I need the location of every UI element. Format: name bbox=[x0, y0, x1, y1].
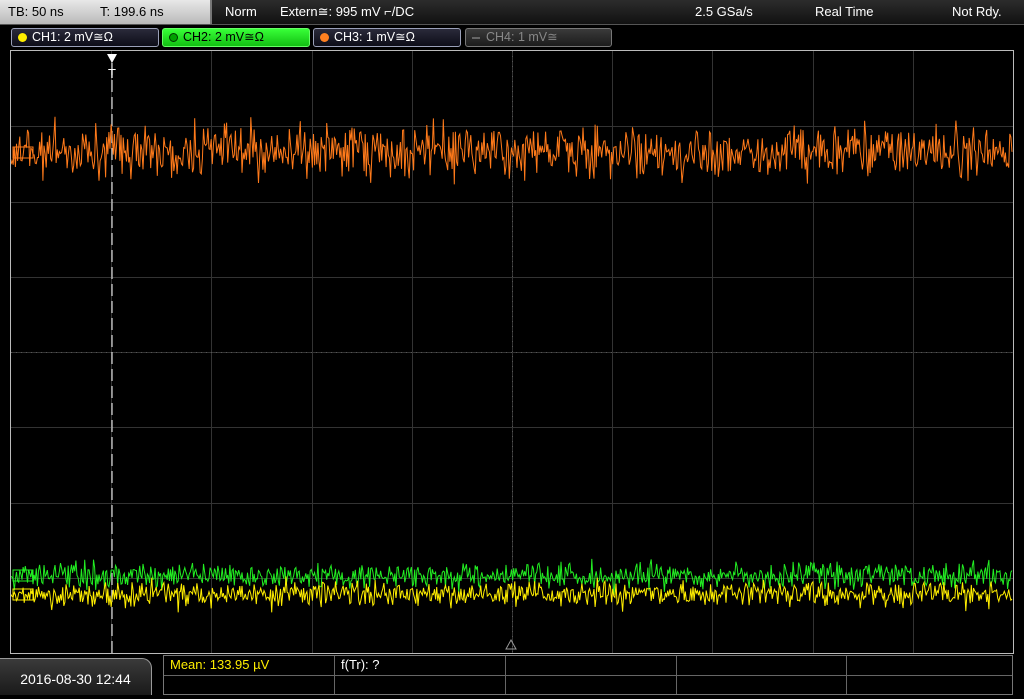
acquisition-type[interactable]: Real Time bbox=[815, 0, 874, 24]
channel-4-button[interactable]: CH4: 1 mV≅ bbox=[465, 28, 612, 47]
channel-2-dot-icon bbox=[169, 33, 178, 42]
channel-3-button[interactable]: CH3: 1 mV≅Ω bbox=[313, 28, 461, 47]
timebase-box[interactable]: TB: 50 ns T: 199.6 ns bbox=[0, 0, 212, 24]
bottom-bar: 2016-08-30 12:44 Mean: 133.95 µV f(Tr): … bbox=[0, 655, 1024, 695]
trigger-time-value: T: 199.6 ns bbox=[100, 4, 164, 19]
status-bar: TB: 50 ns T: 199.6 ns Norm Extern≅: 995 … bbox=[0, 0, 1024, 25]
waveform-display[interactable]: T bbox=[10, 50, 1014, 654]
channel-1-dot-icon bbox=[18, 33, 27, 42]
channel-3-dot-icon bbox=[320, 33, 329, 42]
trigger-marker-label: T bbox=[108, 66, 116, 81]
channel-1-button[interactable]: CH1: 2 mV≅Ω bbox=[11, 28, 159, 47]
trigger-level-marker-icon bbox=[505, 638, 517, 650]
graticule-grid bbox=[11, 51, 1013, 653]
date-time-display[interactable]: 2016-08-30 12:44 bbox=[0, 658, 152, 695]
timebase-value: TB: 50 ns bbox=[8, 4, 64, 19]
measurement-col-divider bbox=[505, 656, 506, 694]
channel-3-label: CH3: 1 mV≅Ω bbox=[334, 30, 415, 44]
channel-4-dash-icon bbox=[472, 37, 480, 39]
mean-measurement: Mean: 133.95 µV bbox=[170, 657, 270, 672]
measurement-col-divider bbox=[676, 656, 677, 694]
channel-bar: CH1: 2 mV≅Ω CH2: 2 mV≅Ω CH3: 1 mV≅Ω CH4:… bbox=[0, 25, 1024, 50]
channel-4-label: CH4: 1 mV≅ bbox=[486, 30, 558, 44]
sample-rate[interactable]: 2.5 GSa/s bbox=[695, 0, 753, 24]
channel-2-label: CH2: 2 mV≅Ω bbox=[183, 30, 264, 44]
trigger-state: Not Rdy. bbox=[952, 4, 1002, 19]
frequency-measurement: f(Tr): ? bbox=[341, 657, 380, 672]
measurement-row-divider bbox=[164, 675, 1012, 676]
channel-2-button[interactable]: CH2: 2 mV≅Ω bbox=[162, 28, 310, 47]
measurement-table[interactable]: Mean: 133.95 µV f(Tr): ? bbox=[163, 655, 1013, 695]
channel-1-label: CH1: 2 mV≅Ω bbox=[32, 30, 113, 44]
trigger-marker-icon bbox=[107, 54, 117, 63]
waveform-plot[interactable]: T bbox=[11, 51, 1013, 653]
trigger-source[interactable]: Extern≅: 995 mV ⌐/DC bbox=[280, 0, 414, 24]
measurement-col-divider bbox=[334, 656, 335, 694]
acquisition-mode[interactable]: Norm bbox=[225, 0, 257, 24]
measurement-col-divider bbox=[846, 656, 847, 694]
